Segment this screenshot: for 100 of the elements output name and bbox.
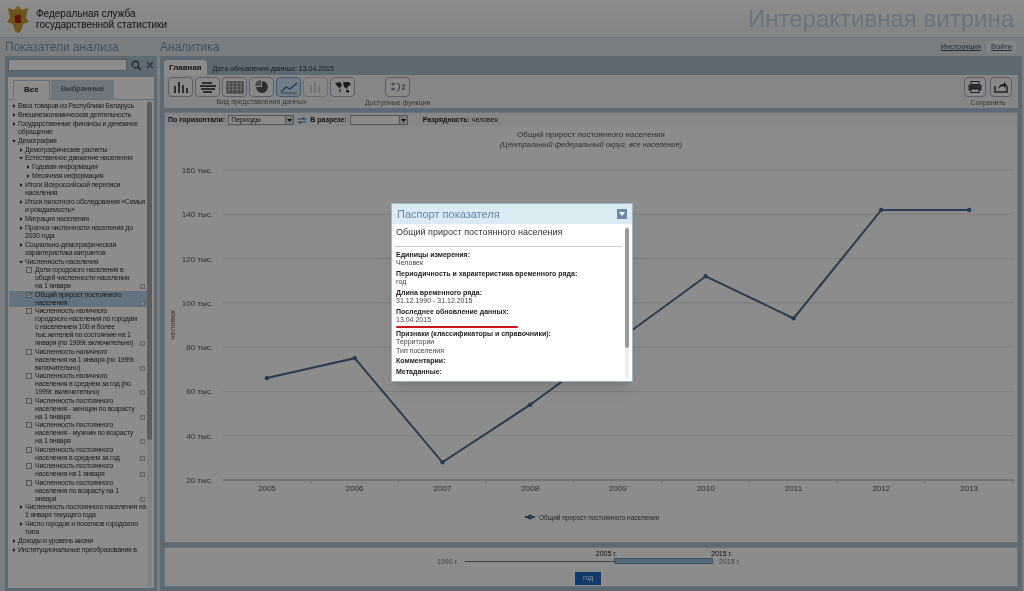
info-icon[interactable] xyxy=(140,455,145,461)
collapsed-arrow-icon[interactable] xyxy=(19,522,23,527)
view-button[interactable] xyxy=(330,77,355,97)
view-button[interactable] xyxy=(249,77,274,97)
data-point xyxy=(966,207,972,213)
view-button[interactable] xyxy=(222,77,247,97)
checkbox[interactable] xyxy=(26,291,32,298)
functions-button[interactable] xyxy=(385,77,411,97)
x-axis-label: 2012 xyxy=(872,484,891,493)
info-icon[interactable] xyxy=(140,390,145,396)
export-icon xyxy=(994,81,1008,93)
slice-dropdown[interactable] xyxy=(349,115,408,125)
pie-chart-icon xyxy=(252,80,271,94)
checkbox[interactable] xyxy=(26,422,32,429)
info-icon[interactable] xyxy=(140,439,145,445)
collapsed-arrow-icon[interactable] xyxy=(26,165,30,170)
view-button[interactable] xyxy=(168,77,193,97)
y-axis-label: 40 тыс. xyxy=(186,431,213,441)
dialog-heading: Общий прирост постоянного населения xyxy=(395,226,622,247)
data-point xyxy=(440,460,445,465)
panel-heading: Показатели анализа xyxy=(5,40,120,54)
y-axis-label: 60 тыс. xyxy=(186,387,213,397)
close-icon[interactable] xyxy=(146,61,154,69)
dropdown-arrow-icon xyxy=(398,116,407,124)
y-axis-label: 80 тыс. xyxy=(186,343,213,353)
collapsed-arrow-icon[interactable] xyxy=(12,539,16,544)
checkbox[interactable] xyxy=(26,397,32,404)
collapsed-arrow-icon[interactable] xyxy=(19,147,23,152)
org-name-line: государственной статистики xyxy=(36,18,168,30)
collapsed-arrow-icon[interactable] xyxy=(19,505,23,510)
x-axis-label: 2010 xyxy=(696,484,715,493)
collapsed-arrow-icon[interactable] xyxy=(19,225,23,230)
info-icon[interactable] xyxy=(140,365,145,371)
checkbox[interactable] xyxy=(26,348,32,355)
info-icon[interactable] xyxy=(140,414,145,420)
data-point xyxy=(352,356,357,361)
search-field[interactable] xyxy=(8,59,128,71)
world-map-icon xyxy=(333,80,352,94)
export-button[interactable] xyxy=(990,77,1012,97)
panel-tab[interactable]: Выбранные xyxy=(50,80,115,99)
collapsed-arrow-icon[interactable] xyxy=(12,121,16,126)
view-button[interactable] xyxy=(276,77,301,97)
view-button[interactable] xyxy=(195,77,220,97)
dialog-title: Паспорт показателя xyxy=(397,206,500,222)
data-point xyxy=(703,274,708,279)
collapsed-arrow-icon[interactable] xyxy=(12,104,16,108)
checkbox[interactable] xyxy=(26,267,32,274)
scrollbar-thumb[interactable] xyxy=(147,102,152,440)
legend-marker-icon xyxy=(524,514,536,520)
checkbox[interactable] xyxy=(26,479,32,486)
info-icon[interactable] xyxy=(140,496,145,502)
x-axis-label: 2005 xyxy=(258,484,276,493)
search-icon[interactable] xyxy=(131,59,143,71)
collapsed-arrow-icon[interactable] xyxy=(26,174,30,179)
y-axis-label: 160 тыс. xyxy=(181,166,213,175)
swap-icon[interactable] xyxy=(297,116,308,124)
collapsed-arrow-icon[interactable] xyxy=(12,112,16,117)
x-axis-label: 2008 xyxy=(521,484,540,493)
collapsed-arrow-icon[interactable] xyxy=(19,242,23,247)
x-axis-label: 2013 xyxy=(960,484,978,493)
chart-title: Общий прирост постоянного населения xyxy=(516,130,666,140)
emblem-icon xyxy=(6,3,30,34)
panel-heading: Аналитика xyxy=(160,40,220,54)
collapsed-arrow-icon[interactable] xyxy=(19,216,23,221)
checkbox[interactable] xyxy=(26,373,32,380)
x-axis-label: 2011 xyxy=(784,484,803,493)
collapsed-arrow-icon[interactable] xyxy=(19,183,23,188)
org-name-line: Федеральная служба xyxy=(36,7,137,19)
data-point xyxy=(264,375,270,381)
checkbox[interactable] xyxy=(26,446,32,453)
x-axis-label: 2007 xyxy=(433,484,452,493)
printer-icon xyxy=(968,81,982,93)
collapsed-arrow-icon[interactable] xyxy=(12,548,16,553)
panel-tab[interactable]: Все xyxy=(13,80,50,100)
info-icon[interactable] xyxy=(140,341,145,347)
info-icon[interactable] xyxy=(140,300,145,306)
collapsed-arrow-icon[interactable] xyxy=(19,200,23,204)
info-icon[interactable] xyxy=(140,284,145,290)
x-axis-label: 2006 xyxy=(345,484,364,493)
table-icon xyxy=(225,80,244,94)
dropdown-arrow-icon xyxy=(285,116,294,124)
y-axis-label: 20 тыс. xyxy=(186,476,213,485)
y-axis-label: 120 тыс. xyxy=(181,254,213,264)
y-axis-label: 100 тыс. xyxy=(181,298,213,308)
data-point xyxy=(879,207,884,213)
data-point xyxy=(791,316,796,321)
checkbox[interactable] xyxy=(26,308,32,315)
formula-icon xyxy=(389,82,406,92)
main-tab[interactable]: Главная xyxy=(164,60,207,75)
data-point xyxy=(528,402,533,407)
info-icon[interactable] xyxy=(140,472,145,478)
x-axis-label: 2009 xyxy=(609,484,627,493)
close-button[interactable] xyxy=(617,209,627,219)
checkbox[interactable] xyxy=(26,463,32,470)
bar-chart-icon xyxy=(171,80,190,94)
horizontal-bars-icon xyxy=(198,80,217,94)
print-button[interactable] xyxy=(964,77,986,97)
y-axis-title: человек xyxy=(168,310,177,340)
scrollbar-thumb[interactable] xyxy=(625,228,629,348)
line-chart-icon xyxy=(279,80,298,94)
